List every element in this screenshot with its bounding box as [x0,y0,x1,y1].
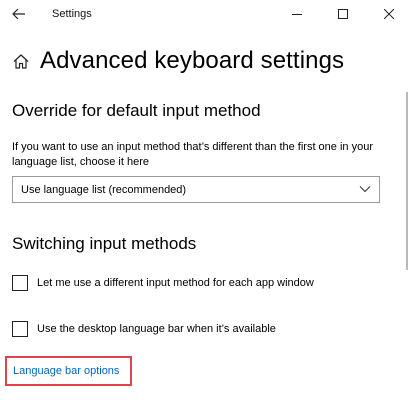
scrollbar[interactable] [406,92,408,270]
minimize-icon [292,14,302,15]
checkbox-row-per-app-input[interactable]: Let me use a different input method for … [12,275,314,291]
override-section-heading: Override for default input method [12,101,261,120]
language-bar-options-link[interactable]: Language bar options [13,365,119,377]
page-header: Advanced keyboard settings [12,44,344,78]
checkbox-row-desktop-language-bar[interactable]: Use the desktop language bar when it’s a… [12,321,276,337]
page-title: Advanced keyboard settings [40,47,345,74]
desktop-language-bar-checkbox[interactable] [12,321,28,337]
dropdown-selected-value: Use language list (recommended) [21,183,187,196]
window-title: Settings [52,8,92,20]
maximize-icon [338,9,348,19]
back-arrow-icon [12,8,25,20]
minimize-button[interactable] [274,0,320,28]
chevron-down-icon [359,186,371,193]
language-bar-options-highlight: Language bar options [5,356,132,386]
home-icon[interactable] [12,53,30,70]
close-icon [384,9,394,19]
back-button[interactable] [8,4,30,24]
close-button[interactable] [366,0,412,28]
window-controls [274,0,412,30]
override-description: If you want to use an input method that’… [12,141,373,168]
desktop-language-bar-label: Use the desktop language bar when it’s a… [37,323,276,335]
per-app-input-checkbox[interactable] [12,275,28,291]
maximize-button[interactable] [320,0,366,28]
title-bar: Settings [0,0,412,30]
input-method-dropdown[interactable]: Use language list (recommended) [12,176,380,203]
switching-section-heading: Switching input methods [12,234,197,253]
per-app-input-label: Let me use a different input method for … [37,277,314,289]
